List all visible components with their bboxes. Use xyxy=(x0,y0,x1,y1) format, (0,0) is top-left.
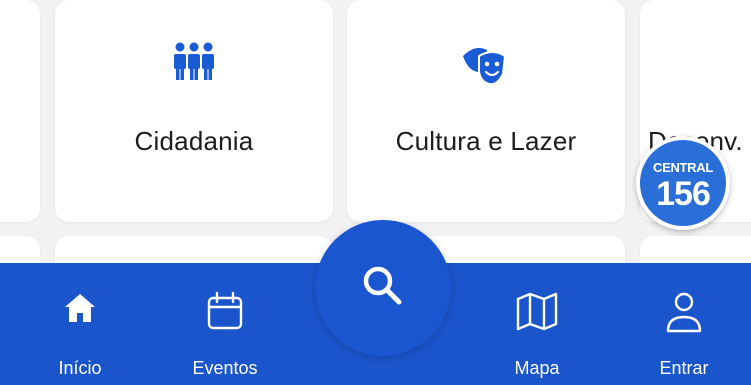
service-label: Cidadania xyxy=(134,126,254,156)
people-group-icon xyxy=(170,42,218,87)
nav-eventos[interactable]: Eventos xyxy=(175,263,275,385)
central-156-label: CENTRAL xyxy=(652,160,713,175)
service-card-partial-left[interactable] xyxy=(0,0,40,222)
service-label: Cultura e Lazer xyxy=(395,126,577,156)
search-icon xyxy=(360,263,404,312)
nav-label: Entrar xyxy=(659,358,709,378)
nav-inicio[interactable]: Início xyxy=(30,263,130,385)
search-button[interactable] xyxy=(315,220,451,356)
central-156-number: 156 xyxy=(656,175,711,213)
user-icon xyxy=(664,291,704,338)
map-icon xyxy=(515,291,559,336)
home-icon xyxy=(63,291,97,330)
nav-entrar[interactable]: Entrar xyxy=(634,263,734,385)
nav-mapa[interactable]: Mapa xyxy=(487,263,587,385)
nav-label: Eventos xyxy=(192,358,258,378)
theater-masks-icon xyxy=(459,42,513,91)
service-card-cultura-lazer[interactable]: Cultura e Lazer xyxy=(347,0,625,222)
service-card-cidadania[interactable]: Cidadania xyxy=(55,0,333,222)
nav-label: Mapa xyxy=(514,358,560,378)
central-156-button[interactable]: CENTRAL 156 xyxy=(636,136,730,230)
calendar-icon xyxy=(206,291,244,336)
nav-label: Início xyxy=(58,358,102,378)
